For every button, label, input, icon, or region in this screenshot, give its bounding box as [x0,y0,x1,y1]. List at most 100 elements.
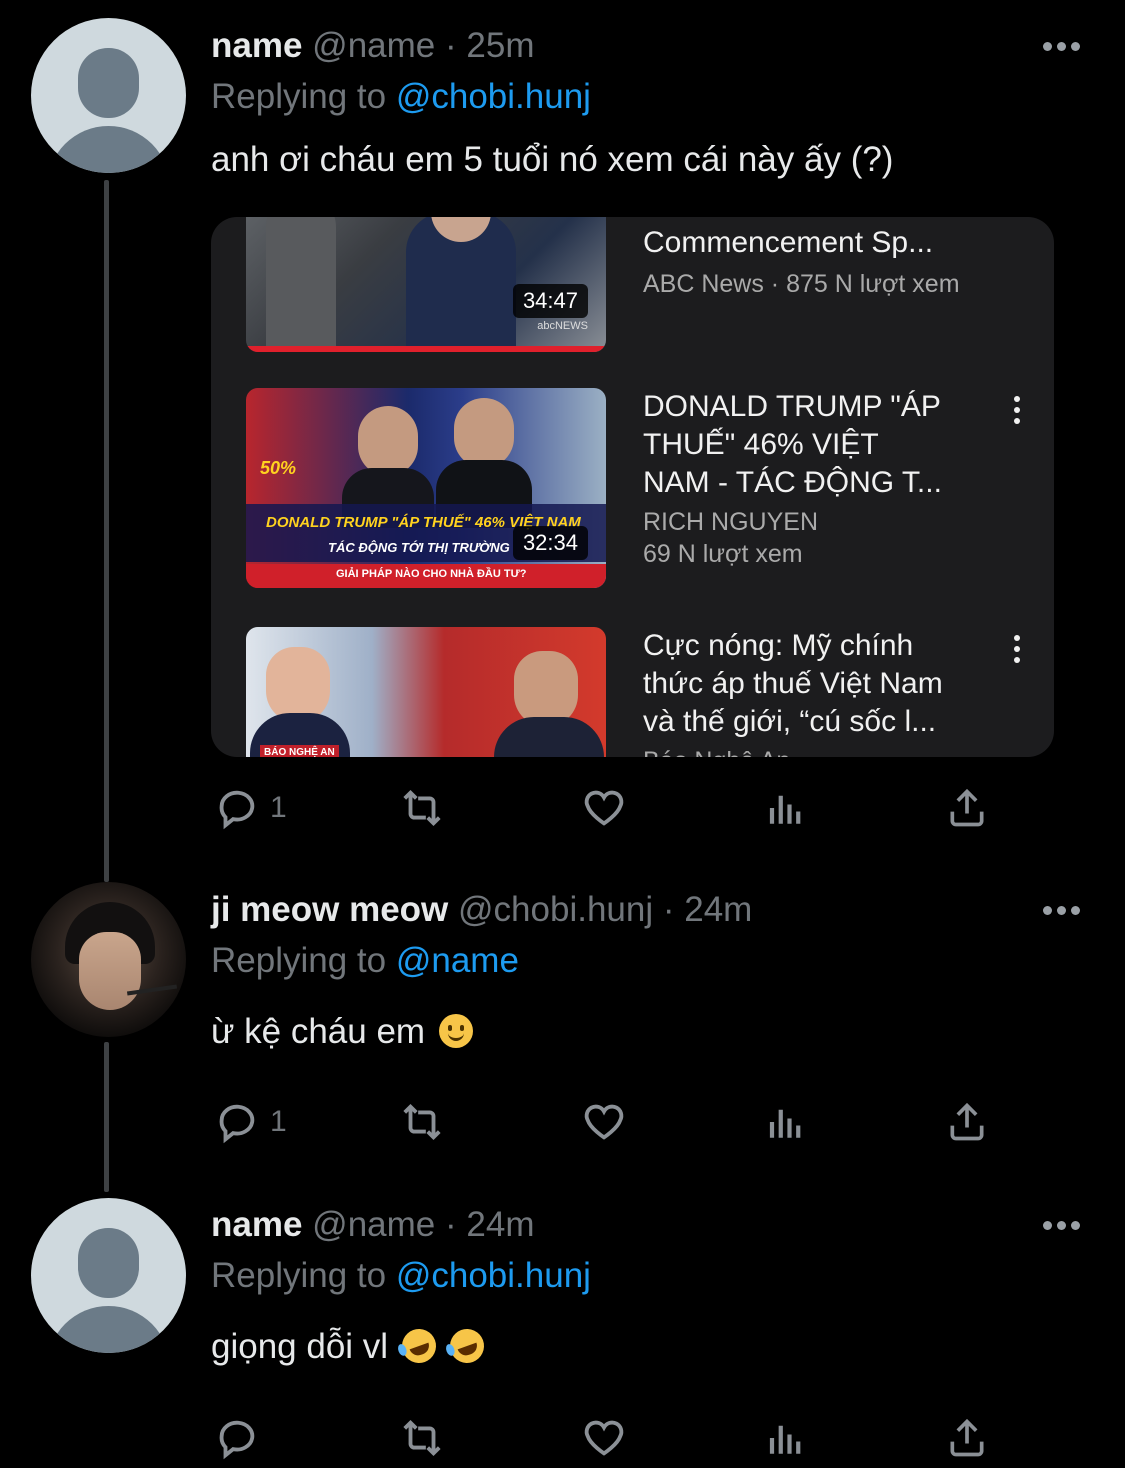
mention-link[interactable]: @chobi.hunj [396,77,591,116]
share-button[interactable] [945,778,989,838]
thumbnail-logo: BÁO NGHỆ AN [260,745,339,757]
right-person-body [494,717,604,757]
tweet-actions [0,1408,1125,1468]
replying-to: Replying to @name [211,941,519,981]
share-button[interactable] [945,1408,989,1468]
thumbnail-footer-text: GIẢI PHÁP NÀO CHO NHÀ ĐẦU TƯ? [336,568,527,580]
handle[interactable]: @name [312,1205,435,1244]
retweet-button[interactable] [397,778,447,838]
views-icon [769,1425,801,1454]
thumbnail-subheadline: TÁC ĐỘNG TỚI THỊ TRƯỜNG [328,540,510,555]
handle[interactable]: @chobi.hunj [458,890,653,929]
reply-button[interactable] [214,1408,270,1468]
views-button[interactable] [765,1408,807,1468]
timestamp[interactable]: 25m [466,26,534,65]
tweet-header: ji meow meow @chobi.hunj · 24m [211,890,752,930]
avatar[interactable] [31,882,186,1037]
tweet-text: giọng dỗi vl [211,1324,489,1368]
replying-label: Replying to [211,1256,387,1295]
views-icon [769,795,801,824]
tweet-text: anh ơi cháu em 5 tuổi nó xem cái này ấy … [211,140,894,179]
like-icon [584,1104,624,1140]
default-avatar-body [47,1306,170,1353]
more-icon[interactable] [1043,1221,1081,1231]
views-button[interactable] [765,778,807,838]
video-title[interactable]: Commencement Sp... [643,224,983,262]
reply-count: 1 [270,791,287,824]
share-icon [950,1418,984,1457]
tweet-text-content: giọng dỗi vl [211,1327,389,1366]
mention-link[interactable]: @name [396,941,519,980]
thumbnail-watermark: abcNEWS [537,320,588,332]
default-avatar-head [78,1228,139,1298]
host-head [358,406,418,476]
video-duration: 34:47 [512,284,588,318]
thread-connector [104,180,109,882]
replying-to: Replying to @chobi.hunj [211,77,591,117]
tweet-header: name @name · 24m [211,1205,534,1245]
timestamp[interactable]: 24m [684,890,752,929]
more-icon[interactable] [1043,906,1081,916]
video-channel-views: ABC News · 875 N lượt xem [643,270,960,298]
tweet-actions: 1 [0,1092,1125,1152]
handle[interactable]: @name [312,26,435,65]
separator: · [662,890,675,929]
like-button[interactable] [580,1408,628,1468]
retweet-icon [403,1419,441,1457]
thumbnail-badge: 50% [260,458,297,478]
retweet-button[interactable] [397,1092,447,1152]
slightly-smiling-face-icon [438,1014,473,1048]
reply-button[interactable]: 1 [214,778,287,838]
reply-button[interactable]: 1 [214,1092,287,1152]
avatar-face [79,932,141,1010]
retweet-icon [403,789,441,827]
reply-count: 1 [270,1105,287,1138]
like-button[interactable] [580,778,628,838]
views-icon [769,1109,801,1138]
reply-icon [219,1420,255,1460]
avatar[interactable] [31,1198,186,1353]
video-thumbnail[interactable]: abcNEWS 34:47 [246,217,606,352]
separator: · [445,1205,457,1244]
like-icon [584,790,624,826]
avatar[interactable] [31,18,186,173]
mention-link[interactable]: @chobi.hunj [396,1256,591,1295]
video-views: 69 N lượt xem [643,540,803,568]
reply-icon [219,790,255,830]
display-name[interactable]: name [211,26,302,65]
default-avatar-body [47,126,170,173]
watch-progress-bar [246,346,606,352]
tweet-text-content: ừ kệ cháu em [211,1012,426,1051]
video-channel: RICH NGUYEN [643,508,819,536]
share-button[interactable] [945,1092,989,1152]
rolling-on-floor-laughing-icon [444,1324,489,1368]
audience-figure [266,217,336,352]
more-options-icon[interactable] [1014,396,1020,426]
video-title[interactable]: Cực nóng: Mỹ chính thức áp thuế Việt Nam… [643,627,983,741]
tweet-header: name @name · 25m [211,26,534,66]
rolling-on-floor-laughing-icon [397,1324,441,1368]
video-channel: Báo Nghệ An [643,745,790,757]
more-options-icon[interactable] [1014,635,1020,665]
tweet-text: ừ kệ cháu em [211,1012,473,1052]
guest-head [454,398,514,468]
video-title[interactable]: DONALD TRUMP "ÁP THUẾ" 46% VIỆT NAM - TÁ… [643,388,983,502]
timestamp[interactable]: 24m [466,1205,534,1244]
retweet-button[interactable] [397,1408,447,1468]
reply-icon [219,1104,255,1144]
video-thumbnail[interactable]: BÁO NGHỆ AN [246,627,606,757]
display-name[interactable]: name [211,1205,302,1244]
share-icon [950,1102,984,1141]
more-icon[interactable] [1043,42,1081,52]
embedded-video-list[interactable]: abcNEWS 34:47 Commencement Sp... ABC New… [211,217,1054,757]
separator: · [445,26,457,65]
right-person-head [514,651,578,727]
retweet-icon [403,1103,441,1141]
views-button[interactable] [765,1092,807,1152]
left-person-head [266,647,330,723]
tweet-actions: 1 [0,778,1125,838]
like-button[interactable] [580,1092,628,1152]
display-name[interactable]: ji meow meow [211,890,448,929]
replying-to: Replying to @chobi.hunj [211,1256,591,1296]
video-thumbnail[interactable]: 50% DONALD TRUMP "ÁP THUẾ" 46% VIỆT NAM … [246,388,606,588]
